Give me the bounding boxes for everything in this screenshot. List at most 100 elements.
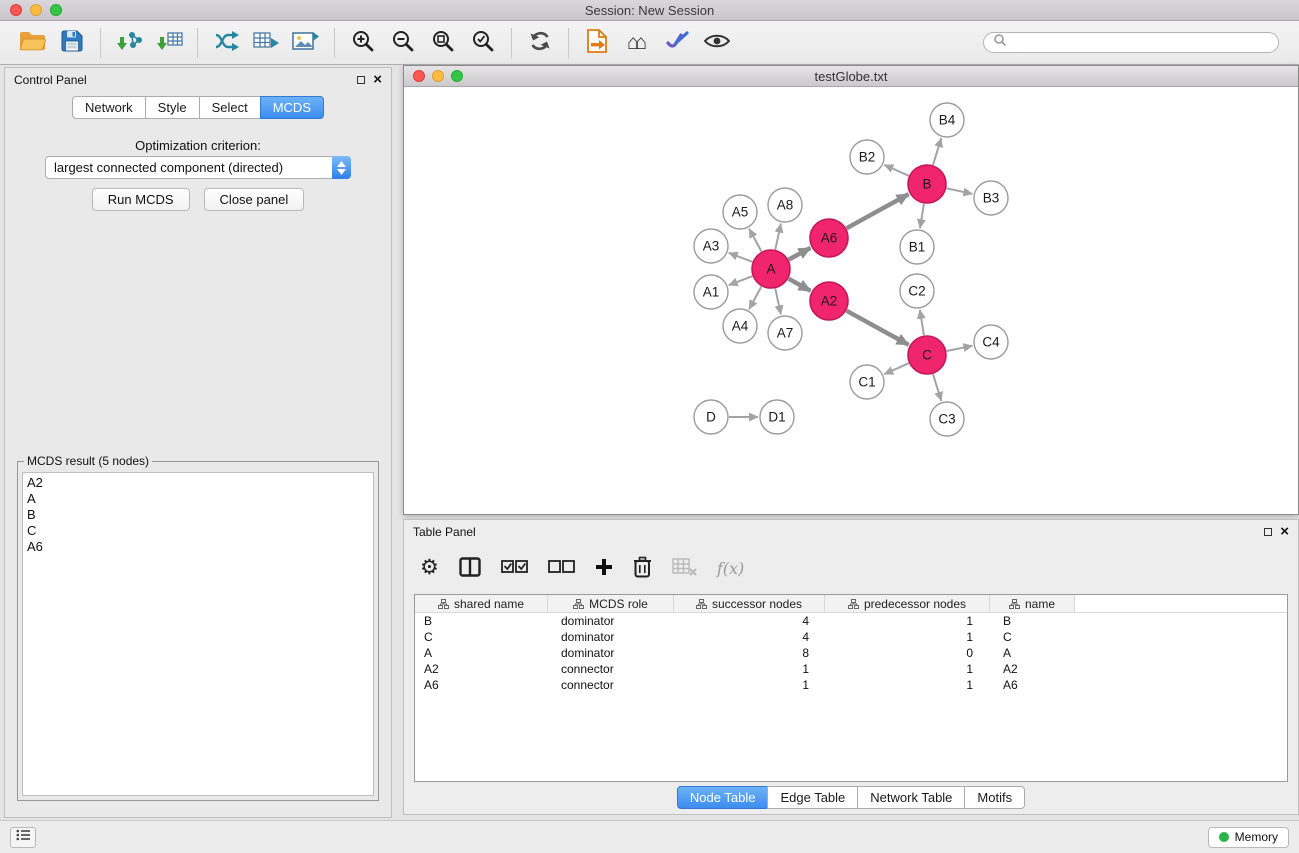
graph-edge-A-A7[interactable] — [775, 289, 781, 315]
minimize-window-button[interactable] — [30, 4, 42, 16]
graph-node-A5[interactable]: A5 — [723, 195, 757, 229]
graph-node-A6[interactable]: A6 — [810, 219, 848, 257]
zoom-window-button[interactable] — [50, 4, 62, 16]
network-window-titlebar[interactable]: testGlobe.txt — [404, 66, 1298, 87]
graph-edge-A-A6[interactable] — [789, 248, 811, 260]
table-row[interactable]: Bdominator41B — [415, 613, 1287, 629]
network-close-button[interactable] — [413, 70, 425, 82]
graph-node-C3[interactable]: C3 — [930, 402, 964, 436]
graph-node-C2[interactable]: C2 — [900, 274, 934, 308]
table-row[interactable]: Adominator80A — [415, 645, 1287, 661]
graph-node-C1[interactable]: C1 — [850, 365, 884, 399]
optimization-criterion-dropdown[interactable]: largest connected component (directed) — [45, 156, 351, 179]
tab-node-table[interactable]: Node Table — [677, 786, 769, 809]
list-item[interactable]: A2 — [27, 475, 369, 491]
graph-edge-C-C4[interactable] — [947, 346, 973, 351]
home-networks-button[interactable]: ⌂⌂ — [617, 25, 657, 61]
save-session-button[interactable] — [52, 25, 92, 61]
list-item[interactable]: C — [27, 523, 369, 539]
graph-node-B[interactable]: B — [908, 165, 946, 203]
search-input[interactable] — [1012, 36, 1269, 50]
run-mcds-button[interactable]: Run MCDS — [92, 188, 190, 211]
graph-edge-B-B4[interactable] — [933, 138, 941, 165]
export-table-button[interactable] — [246, 25, 286, 61]
tab-style[interactable]: Style — [145, 96, 200, 119]
column-header[interactable]: predecessor nodes — [825, 595, 990, 613]
graph-edge-B-B2[interactable] — [884, 165, 909, 176]
graph-node-C[interactable]: C — [908, 336, 946, 374]
delete-table-button[interactable] — [672, 558, 697, 579]
graph-node-A[interactable]: A — [752, 250, 790, 288]
tab-edge-table[interactable]: Edge Table — [767, 786, 858, 809]
float-panel-icon[interactable] — [357, 76, 365, 84]
graph-node-A2[interactable]: A2 — [810, 282, 848, 320]
graph-edge-A-A2[interactable] — [789, 279, 811, 291]
deselect-all-columns-button[interactable] — [548, 559, 575, 578]
graph-node-A7[interactable]: A7 — [768, 316, 802, 350]
network-minimize-button[interactable] — [432, 70, 444, 82]
delete-column-button[interactable] — [633, 556, 652, 581]
graph-edge-A-A8[interactable] — [775, 224, 781, 250]
search-box[interactable] — [983, 32, 1279, 53]
graph-edge-A-A3[interactable] — [729, 253, 753, 262]
float-table-panel-icon[interactable] — [1264, 528, 1272, 536]
zoom-in-button[interactable] — [343, 25, 383, 61]
list-item[interactable]: A6 — [27, 539, 369, 555]
open-session-button[interactable] — [12, 25, 52, 61]
graph-edge-B-B3[interactable] — [947, 188, 973, 194]
refresh-view-button[interactable] — [520, 25, 560, 61]
task-history-button[interactable] — [10, 827, 36, 848]
graph-edge-B-B1[interactable] — [920, 204, 924, 228]
show-columns-button[interactable] — [459, 557, 481, 580]
graph-node-B1[interactable]: B1 — [900, 230, 934, 264]
show-hide-button[interactable] — [697, 25, 737, 61]
graph-node-B4[interactable]: B4 — [930, 103, 964, 137]
export-image-button[interactable] — [286, 25, 326, 61]
graph-node-C4[interactable]: C4 — [974, 325, 1008, 359]
network-canvas[interactable]: B4B2BB3A5A8A6B1A3AA1C2A2A4A7C4CC1C3DD1 — [404, 87, 1298, 513]
close-table-panel-icon[interactable]: × — [1280, 527, 1289, 537]
import-network-file-button[interactable] — [109, 25, 149, 61]
import-table-file-button[interactable] — [149, 25, 189, 61]
column-header[interactable]: successor nodes — [674, 595, 825, 613]
graph-edge-C-C1[interactable] — [884, 363, 909, 374]
graph-edge-A-A4[interactable] — [749, 287, 761, 310]
table-row[interactable]: A2connector11A2 — [415, 661, 1287, 677]
graph-node-A8[interactable]: A8 — [768, 188, 802, 222]
graph-edge-A6-B[interactable] — [847, 194, 909, 228]
column-header[interactable]: shared name — [415, 595, 548, 613]
table-row[interactable]: A6connector11A6 — [415, 677, 1287, 693]
zoom-out-button[interactable] — [383, 25, 423, 61]
export-network-button[interactable] — [206, 25, 246, 61]
list-item[interactable]: A — [27, 491, 369, 507]
tab-network-table[interactable]: Network Table — [857, 786, 965, 809]
tab-select[interactable]: Select — [199, 96, 261, 119]
memory-button[interactable]: Memory — [1208, 827, 1289, 848]
tab-network[interactable]: Network — [72, 96, 146, 119]
new-network-from-selection-button[interactable] — [577, 25, 617, 61]
graph-node-A4[interactable]: A4 — [723, 309, 757, 343]
close-panel-button[interactable]: Close panel — [204, 188, 305, 211]
zoom-selected-button[interactable] — [463, 25, 503, 61]
mcds-result-list[interactable]: A2ABCA6 — [22, 472, 374, 796]
graph-node-B2[interactable]: B2 — [850, 140, 884, 174]
graph-node-D1[interactable]: D1 — [760, 400, 794, 434]
graph-node-A1[interactable]: A1 — [694, 275, 728, 309]
graph-edge-C-C3[interactable] — [933, 374, 941, 401]
graph-edge-C-C2[interactable] — [920, 310, 924, 335]
select-all-columns-button[interactable] — [501, 559, 528, 578]
network-zoom-button[interactable] — [451, 70, 463, 82]
column-header[interactable]: MCDS role — [548, 595, 674, 613]
apply-style-button[interactable] — [657, 25, 697, 61]
function-builder-button[interactable]: f(x) — [717, 559, 744, 578]
zoom-fit-button[interactable] — [423, 25, 463, 61]
table-row[interactable]: Cdominator41C — [415, 629, 1287, 645]
add-column-button[interactable] — [595, 558, 613, 579]
graph-edge-A2-C[interactable] — [847, 311, 909, 345]
column-header[interactable]: name — [990, 595, 1075, 613]
close-panel-icon[interactable]: × — [373, 75, 382, 85]
tab-motifs[interactable]: Motifs — [964, 786, 1025, 809]
graph-edge-A-A1[interactable] — [729, 276, 753, 285]
tab-mcds[interactable]: MCDS — [260, 96, 324, 119]
close-window-button[interactable] — [10, 4, 22, 16]
